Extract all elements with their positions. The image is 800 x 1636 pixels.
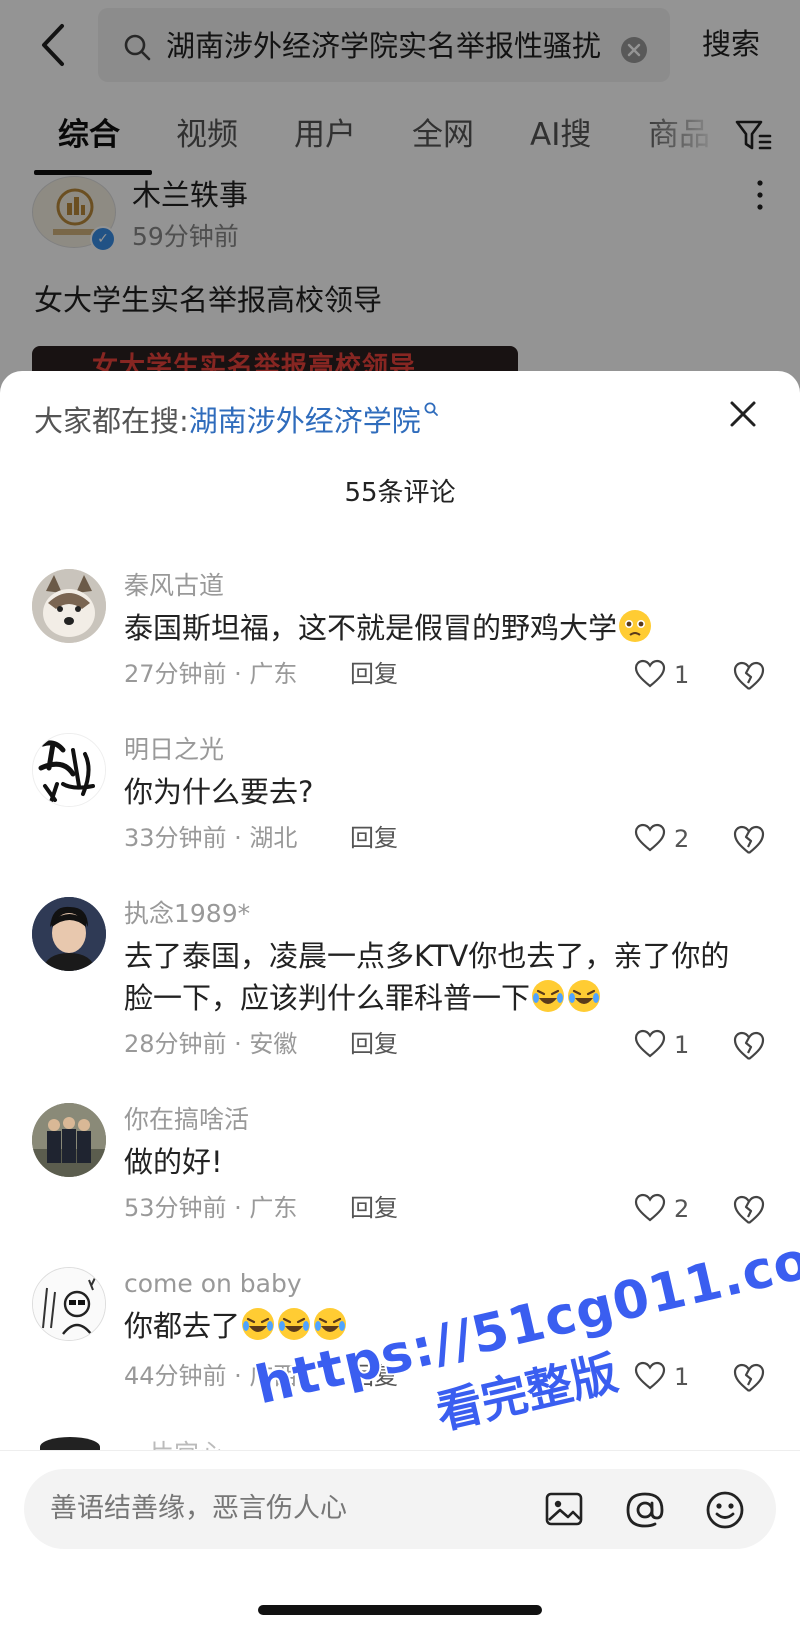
like-count: 1 [674,1363,690,1391]
like-count: 1 [674,1031,690,1059]
comment-item: 秦风古道 泰国斯坦福，这不就是假冒的野鸡大学 27分钟前 · 广东 回复 1 [0,569,800,699]
heart-icon [634,1193,666,1222]
heart-icon [634,1029,666,1058]
comment-item: 明日之光 你为什么要去? 33分钟前 · 湖北 回复 2 [0,733,800,863]
calligraphy-avatar-icon [33,734,105,806]
comment-time-location: 28分钟前 · 安徽 [124,1030,298,1058]
broken-heart-icon[interactable] [732,1029,766,1063]
like-button[interactable]: 1 [634,1359,704,1395]
sketch-avatar-icon [33,1268,105,1340]
commenter-avatar[interactable] [32,1267,106,1341]
person-avatar-icon [32,897,106,971]
comment-text: 泰国斯坦福，这不就是假冒的野鸡大学 [124,607,764,649]
rolling-laughing-emoji-icon [568,980,601,1012]
group-photo-avatar-icon [32,1103,106,1177]
comment-text-content: 你都去了 [124,1309,241,1343]
emoji-icon[interactable] [704,1489,746,1531]
comment-input[interactable]: 善语结善缘，恶言伤人心 [24,1469,776,1549]
comment-text-content: 去了泰国，凌晨一点多KTV你也去了，亲了你的脸一下，应该判什么罪科普一下 [124,939,730,1015]
comment-text-content: 泰国斯坦福，这不就是假冒的野鸡大学 [124,611,618,645]
comment-count: 55条评论 [344,478,456,508]
broken-heart-icon[interactable] [732,1361,766,1395]
hot-search: 大家都在搜:湖南涉外经济学院 [34,401,439,441]
comments-sheet: 大家都在搜:湖南涉外经济学院 55条评论 秦风古道 泰国斯坦福，这不就是假冒的野… [0,371,800,1636]
reply-button[interactable]: 回复 [350,1191,398,1225]
rolling-laughing-emoji-icon [242,1308,275,1340]
comment-text: 你都去了 [124,1305,764,1347]
commenter-avatar[interactable] [32,733,106,807]
broken-heart-icon[interactable] [732,1193,766,1227]
comment-input-placeholder: 善语结善缘，恶言伤人心 [50,1493,347,1524]
broken-heart-icon[interactable] [732,659,766,693]
like-button[interactable]: 2 [634,1191,704,1227]
image-icon[interactable] [544,1489,584,1529]
like-count: 1 [674,661,690,689]
comment-time-location: 53分钟前 · 广东 [124,1194,298,1222]
heart-icon [634,1361,666,1390]
like-count: 2 [674,825,690,853]
like-count: 2 [674,1195,690,1223]
mention-icon[interactable] [624,1489,666,1531]
comment-time-location: 44分钟前 · 广西 [124,1362,298,1390]
rolling-laughing-emoji-icon [278,1308,311,1340]
home-indicator [258,1605,542,1615]
close-icon[interactable] [726,397,760,431]
comment-text: 去了泰国，凌晨一点多KTV你也去了，亲了你的脸一下，应该判什么罪科普一下 [124,935,744,1019]
dim-overlay[interactable] [0,0,800,400]
rolling-laughing-emoji-icon [532,980,565,1012]
like-button[interactable]: 1 [634,1027,704,1063]
background-search-page: 湖南涉外经济学院实名举报性骚扰 搜索 综合 视频 用户 全网 AI搜 商品 [0,0,800,406]
comment-time-location: 27分钟前 · 广东 [124,660,298,688]
comment-item: 你在搞啥活 做的好! 53分钟前 · 广东 回复 2 [0,1103,800,1233]
comment-item: 执念1989* 去了泰国，凌晨一点多KTV你也去了，亲了你的脸一下，应该判什么罪… [0,897,800,1067]
pleading-face-emoji-icon [619,610,652,642]
commenter-name[interactable]: come on baby [124,1267,302,1301]
commenter-avatar[interactable] [32,569,106,643]
broken-heart-icon[interactable] [732,823,766,857]
comment-time-location: 33分钟前 · 湖北 [124,824,298,852]
like-button[interactable]: 1 [634,657,704,693]
heart-icon [634,659,666,688]
comment-text: 你为什么要去? [124,775,314,809]
rolling-laughing-emoji-icon [314,1308,347,1340]
commenter-name[interactable]: 你在搞啥活 [124,1103,249,1137]
dog-avatar-icon [32,569,106,643]
like-button[interactable]: 2 [634,821,704,857]
reply-button[interactable]: 回复 [350,1027,398,1061]
comment-item: come on baby 你都去了 44分钟前 · 广西 回复 1 [0,1267,800,1397]
reply-button[interactable]: 回复 [350,657,398,691]
commenter-name[interactable]: 秦风古道 [124,569,224,603]
heart-icon [634,823,666,852]
comment-input-bar: 善语结善缘，恶言伤人心 [0,1450,800,1636]
commenter-avatar[interactable] [32,897,106,971]
reply-button[interactable]: 回复 [350,1359,398,1393]
hot-search-label: 大家都在搜: [34,404,189,438]
reply-button[interactable]: 回复 [350,821,398,855]
commenter-avatar[interactable] [32,1103,106,1177]
search-icon [424,402,438,416]
commenter-name[interactable]: 执念1989* [124,897,250,931]
hot-search-link[interactable]: 湖南涉外经济学院 [189,404,421,438]
commenter-name[interactable]: 明日之光 [124,733,224,767]
comment-text: 做的好! [124,1145,223,1179]
